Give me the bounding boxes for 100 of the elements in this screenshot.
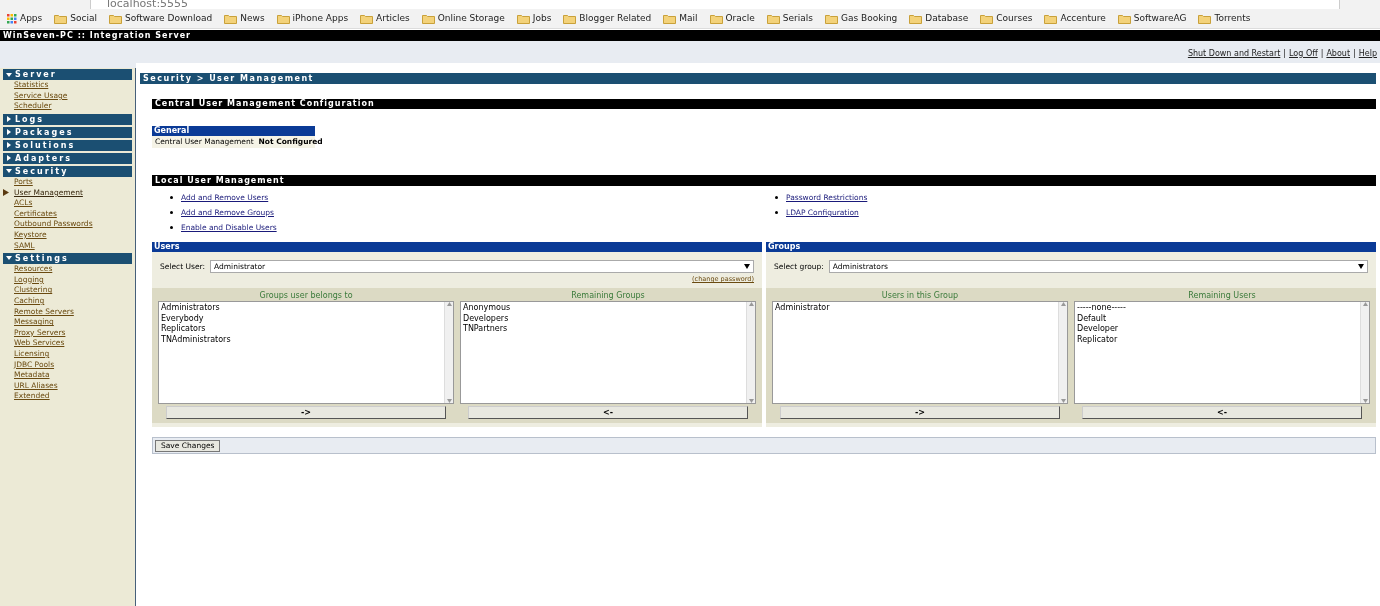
folder-icon bbox=[224, 13, 238, 24]
bookmark[interactable]: Social bbox=[54, 11, 97, 26]
top-link[interactable]: Log Off bbox=[1289, 48, 1318, 60]
section-header: Local User Management bbox=[152, 175, 1376, 186]
bookmark[interactable]: Courses bbox=[980, 11, 1033, 26]
scroll-down-icon bbox=[1362, 399, 1368, 403]
bullet-icon bbox=[775, 196, 778, 199]
bookmark[interactable]: Mail bbox=[663, 11, 698, 26]
folder-icon bbox=[1198, 13, 1212, 24]
folder-icon bbox=[709, 13, 723, 24]
bookmark[interactable]: Apps bbox=[7, 11, 43, 26]
sidebar-section-header[interactable]: Security bbox=[3, 165, 132, 177]
list-box[interactable]: -----none----- Default Developer Replicator bbox=[1074, 301, 1370, 404]
list-option[interactable]: Developer bbox=[1077, 324, 1358, 335]
folder-icon bbox=[766, 13, 780, 24]
top-link[interactable]: Help bbox=[1358, 48, 1377, 60]
bullet-icon bbox=[170, 226, 173, 229]
sidebar-section-header[interactable]: Settings bbox=[3, 252, 132, 264]
separator: | bbox=[1352, 48, 1357, 60]
list-option[interactable]: Replicators bbox=[161, 324, 442, 335]
apps-grid-icon bbox=[7, 13, 17, 24]
folder-icon bbox=[516, 13, 530, 24]
bookmark[interactable]: SoftwareAG bbox=[1117, 11, 1187, 26]
bookmark[interactable]: Oracle bbox=[709, 11, 755, 26]
scroll-up-icon bbox=[446, 302, 452, 306]
list-option[interactable]: Anonymous bbox=[463, 303, 744, 314]
scrollbar[interactable] bbox=[1360, 302, 1369, 403]
panel-header: Users bbox=[152, 242, 762, 252]
scroll-up-icon bbox=[1060, 302, 1066, 306]
list-title: Remaining Groups bbox=[570, 290, 646, 301]
list-box[interactable]: Administrator bbox=[772, 301, 1068, 404]
bookmark[interactable]: News bbox=[224, 11, 265, 26]
bullet-icon bbox=[170, 196, 173, 199]
scroll-down-icon bbox=[446, 399, 452, 403]
panel-header: Groups bbox=[766, 242, 1376, 252]
scroll-up-icon bbox=[1362, 302, 1368, 306]
bookmark[interactable]: Articles bbox=[360, 11, 410, 26]
bookmark[interactable]: Serials bbox=[766, 11, 813, 26]
bookmark[interactable]: Gas Booking bbox=[824, 11, 898, 26]
bookmark[interactable]: iPhone Apps bbox=[276, 11, 349, 26]
bookmark[interactable]: Torrents bbox=[1198, 11, 1251, 26]
sidebar-section-header[interactable]: Adapters bbox=[3, 152, 132, 164]
move-button[interactable]: <- bbox=[468, 406, 748, 419]
section-header: Central User Management Configuration bbox=[152, 99, 1376, 109]
list-title: Remaining Users bbox=[1187, 290, 1257, 301]
folder-icon bbox=[1117, 13, 1131, 24]
folder-icon bbox=[108, 13, 122, 24]
folder-icon bbox=[421, 13, 435, 24]
scrollbar[interactable] bbox=[444, 302, 453, 403]
triangle-down-icon bbox=[6, 255, 12, 262]
list-title: Groups user belongs to bbox=[258, 290, 354, 301]
list-box[interactable]: Anonymous Developers TNPartners bbox=[460, 301, 756, 404]
triangle-down-icon bbox=[6, 168, 12, 175]
folder-icon bbox=[276, 13, 290, 24]
bookmark[interactable]: Software Download bbox=[108, 11, 213, 26]
scrollbar[interactable] bbox=[1058, 302, 1067, 403]
move-button[interactable]: <- bbox=[1082, 406, 1362, 419]
triangle-down-icon bbox=[6, 71, 12, 78]
folder-icon bbox=[54, 13, 68, 24]
separator: | bbox=[1319, 48, 1325, 60]
sidebar-section-header[interactable]: Server bbox=[3, 69, 132, 80]
window-title: WinSeven-PC :: Integration Server bbox=[0, 30, 1380, 41]
list-option[interactable]: -----none----- bbox=[1077, 303, 1358, 314]
list-title: Users in this Group bbox=[880, 290, 960, 301]
scroll-up-icon bbox=[748, 302, 754, 306]
separator: | bbox=[1282, 48, 1288, 60]
list-option[interactable]: Administrators bbox=[161, 303, 442, 314]
general-header: General bbox=[152, 126, 315, 136]
breadcrumb-bar: Security > User Management bbox=[140, 73, 1376, 84]
top-link[interactable]: About bbox=[1326, 48, 1351, 60]
scrollbar[interactable] bbox=[746, 302, 755, 403]
dropdown-caret-icon bbox=[1358, 264, 1364, 269]
list-option[interactable]: Replicator bbox=[1077, 334, 1358, 345]
bookmark[interactable]: Database bbox=[909, 11, 969, 26]
move-button[interactable]: -> bbox=[780, 406, 1060, 419]
folder-icon bbox=[563, 13, 577, 24]
bookmark[interactable]: Blogger Related bbox=[563, 11, 652, 26]
sidebar-section-header[interactable]: Logs bbox=[3, 113, 132, 125]
list-option[interactable]: Default bbox=[1077, 313, 1358, 324]
scroll-down-icon bbox=[748, 399, 754, 403]
bookmark[interactable]: Online Storage bbox=[421, 11, 505, 26]
bullet-icon bbox=[170, 211, 173, 214]
sidebar-section-header[interactable]: Packages bbox=[3, 126, 132, 138]
list-option[interactable]: Everybody bbox=[161, 313, 442, 324]
bookmark[interactable]: Jobs bbox=[516, 11, 552, 26]
folder-icon bbox=[1044, 13, 1058, 24]
scroll-down-icon bbox=[1060, 399, 1066, 403]
bullet-icon bbox=[775, 211, 778, 214]
list-option[interactable]: Developers bbox=[463, 313, 744, 324]
list-option[interactable]: Administrator bbox=[775, 303, 1056, 314]
move-button[interactable]: -> bbox=[166, 406, 446, 419]
folder-icon bbox=[909, 13, 923, 24]
sidebar-section-header[interactable]: Solutions bbox=[3, 139, 132, 151]
folder-icon bbox=[824, 13, 838, 24]
list-option[interactable]: TNPartners bbox=[463, 324, 744, 335]
top-link[interactable]: Shut Down and Restart bbox=[1187, 48, 1281, 60]
bookmark[interactable]: Accenture bbox=[1044, 11, 1106, 26]
list-box[interactable]: Administrators Everybody Replicators TNAdministrators bbox=[158, 301, 454, 404]
folder-icon bbox=[980, 13, 994, 24]
list-option[interactable]: TNAdministrators bbox=[161, 334, 442, 345]
